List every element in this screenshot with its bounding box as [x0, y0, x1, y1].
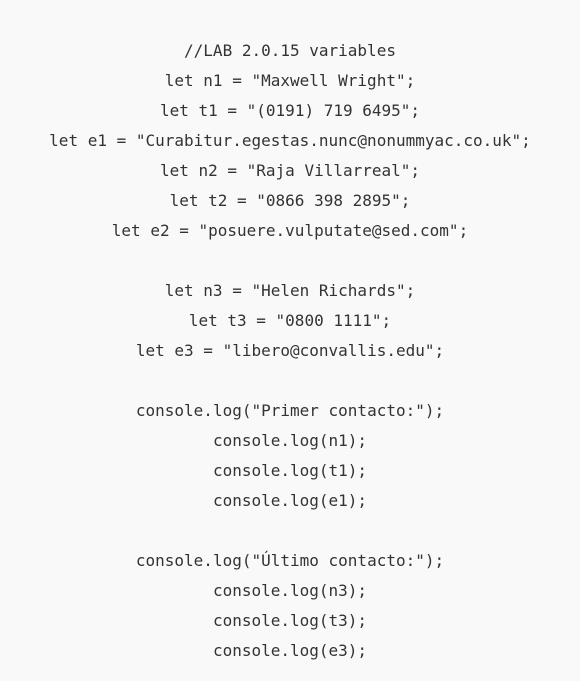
code-line-e2: let e2 = "posuere.vulputate@sed.com";	[111, 221, 469, 240]
code-line-e3: let e3 = "libero@convallis.edu";	[135, 341, 445, 360]
code-line-n3: let n3 = "Helen Richards";	[164, 281, 416, 300]
code-line-log-n1: console.log(n1);	[212, 431, 368, 450]
code-line-n1: let n1 = "Maxwell Wright";	[164, 71, 416, 90]
code-line-log-e3: console.log(e3);	[212, 641, 368, 660]
code-line-log-ultimo: console.log("Último contacto:");	[135, 551, 445, 570]
code-line-e1: let e1 = "Curabitur.egestas.nunc@nonummy…	[49, 131, 531, 150]
code-line-log-n3: console.log(n3);	[212, 581, 368, 600]
code-line-log-primer: console.log("Primer contacto:");	[135, 401, 445, 420]
code-line-log-e1: console.log(e1);	[212, 491, 368, 510]
code-line-t2: let t2 = "0866 398 2895";	[169, 191, 411, 210]
code-line-n2: let n2 = "Raja Villarreal";	[159, 161, 421, 180]
code-line-t3: let t3 = "0800 1111";	[188, 311, 392, 330]
code-line-log-t3: console.log(t3);	[212, 611, 368, 630]
code-comment: //LAB 2.0.15 variables	[184, 41, 396, 60]
code-block: //LAB 2.0.15 variables let n1 = "Maxwell…	[0, 0, 580, 681]
code-line-t1: let t1 = "(0191) 719 6495";	[159, 101, 421, 120]
code-line-log-t1: console.log(t1);	[212, 461, 368, 480]
